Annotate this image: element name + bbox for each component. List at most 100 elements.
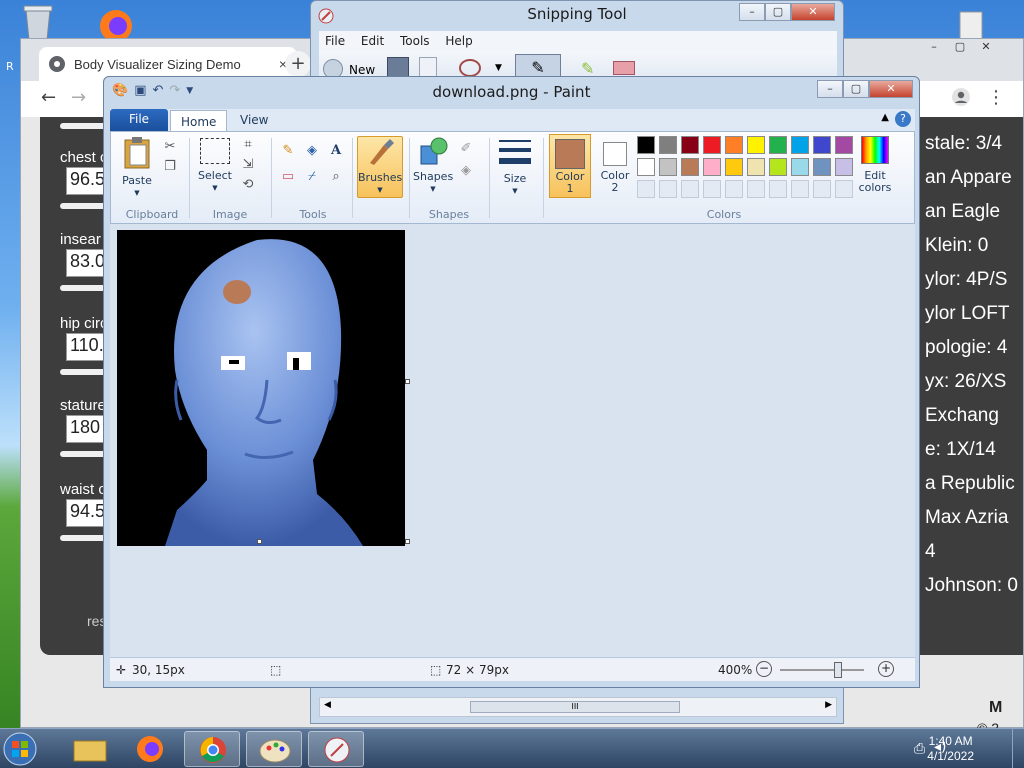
size-dropdown-icon[interactable]: ▼ (495, 185, 535, 197)
send-dropdown-icon[interactable]: ▼ (495, 63, 502, 73)
chrome-menu-icon[interactable]: ⋮ (987, 87, 1005, 108)
scroll-thumb[interactable]: III (470, 701, 680, 713)
resize-handle-right[interactable] (405, 379, 410, 384)
brushes-button[interactable]: Brushes ▼ (357, 136, 403, 198)
palette-swatch[interactable] (681, 158, 699, 176)
pencil-icon[interactable]: ✎ (279, 142, 297, 160)
snip-menu-file[interactable]: File (319, 31, 351, 51)
palette-swatch[interactable] (747, 136, 765, 154)
palette-swatch[interactable] (659, 180, 677, 198)
palette-swatch[interactable] (835, 158, 853, 176)
snip-menu-edit[interactable]: Edit (355, 31, 390, 51)
chrome-maximize-button[interactable]: ▢ (947, 39, 973, 57)
cut-icon[interactable]: ✂ (161, 138, 179, 156)
palette-swatch[interactable] (769, 180, 787, 198)
back-arrow-icon[interactable]: ← (41, 87, 56, 108)
resize-icon[interactable]: ⇲ (239, 156, 257, 174)
color2-button[interactable]: Color 2 (595, 134, 635, 198)
palette-swatch[interactable] (835, 136, 853, 154)
new-tab-button[interactable]: + (285, 51, 311, 77)
palette-swatch[interactable] (681, 136, 699, 154)
palette-swatch[interactable] (813, 136, 831, 154)
rotate-icon[interactable]: ⟲ (239, 176, 257, 194)
palette-swatch[interactable] (725, 180, 743, 198)
snip-menu-help[interactable]: Help (439, 31, 478, 51)
start-button[interactable] (2, 731, 50, 767)
drawing-canvas[interactable] (117, 230, 405, 546)
zoom-slider[interactable] (780, 669, 864, 671)
send-snip-icon[interactable] (459, 59, 481, 77)
copy-icon[interactable]: ❐ (161, 158, 179, 176)
palette-swatch[interactable] (747, 158, 765, 176)
resize-handle-corner[interactable] (405, 539, 410, 544)
paint-close-button[interactable]: ✕ (869, 80, 913, 98)
brushes-dropdown-icon[interactable]: ▼ (358, 184, 402, 196)
zoom-in-icon[interactable]: + (878, 661, 894, 677)
recycle-bin-icon[interactable] (18, 2, 58, 42)
paint-taskbar-icon[interactable] (246, 731, 302, 767)
palette-swatch[interactable] (703, 158, 721, 176)
chrome-close-button[interactable]: ✕ (973, 39, 999, 57)
palette-swatch[interactable] (769, 136, 787, 154)
forward-arrow-icon[interactable]: → (71, 87, 86, 108)
snip-scrollbar[interactable]: ◀ III ▶ (319, 697, 837, 717)
palette-swatch[interactable] (769, 158, 787, 176)
eraser-tool-icon[interactable]: ▭ (279, 168, 297, 186)
select-dropdown-icon[interactable]: ▼ (195, 182, 235, 194)
palette-swatch[interactable] (681, 180, 699, 198)
explorer-taskbar-icon[interactable] (62, 731, 118, 767)
snip-close-button[interactable]: ✕ (791, 3, 835, 21)
home-tab[interactable]: Home (170, 110, 228, 132)
color-picker-icon[interactable]: ⌿ (303, 168, 321, 186)
new-snip-button[interactable]: New (349, 63, 375, 77)
palette-swatch[interactable] (791, 158, 809, 176)
palette-swatch[interactable] (637, 180, 655, 198)
minimize-ribbon-icon[interactable]: ▲ (881, 112, 889, 123)
firefox-taskbar-icon[interactable] (122, 731, 178, 767)
show-desktop-button[interactable] (1012, 729, 1024, 768)
palette-swatch[interactable] (813, 158, 831, 176)
palette-swatch[interactable] (725, 158, 743, 176)
palette-swatch[interactable] (813, 180, 831, 198)
snip-minimize-button[interactable]: – (739, 3, 765, 21)
palette-swatch[interactable] (703, 136, 721, 154)
palette-swatch[interactable] (791, 136, 809, 154)
palette-swatch[interactable] (703, 180, 721, 198)
zoom-slider-thumb[interactable] (834, 662, 842, 678)
account-icon[interactable] (951, 87, 971, 112)
eraser-icon[interactable] (613, 61, 635, 75)
chrome-minimize-button[interactable]: – (921, 39, 947, 57)
crop-icon[interactable]: ⌗ (239, 136, 257, 154)
outline-icon[interactable]: ✐ (457, 140, 475, 158)
shape-fill-icon[interactable]: ◈ (457, 162, 475, 180)
scroll-left-icon[interactable]: ◀ (324, 700, 331, 710)
network-tray-icon[interactable]: ⎙ (914, 741, 925, 757)
palette-swatch[interactable] (791, 180, 809, 198)
select-button[interactable]: Select ▼ (195, 138, 235, 194)
view-tab[interactable]: View (230, 109, 278, 131)
chrome-taskbar-icon[interactable] (184, 731, 240, 767)
palette-swatch[interactable] (637, 136, 655, 154)
palette-swatch[interactable] (637, 158, 655, 176)
resize-handle-bottom[interactable] (257, 539, 262, 544)
help-icon[interactable]: ? (895, 111, 911, 127)
palette-swatch[interactable] (725, 136, 743, 154)
paste-dropdown-icon[interactable]: ▼ (117, 187, 157, 199)
shapes-dropdown-icon[interactable]: ▼ (413, 183, 453, 195)
scroll-right-icon[interactable]: ▶ (825, 700, 832, 710)
snipping-taskbar-icon[interactable] (308, 731, 364, 767)
paste-button[interactable]: Paste ▼ (117, 136, 157, 199)
tray-clock[interactable]: 1:40 AM 4/1/2022 (927, 734, 974, 764)
edit-colors-button[interactable]: Edit colors (855, 136, 895, 194)
palette-swatch[interactable] (835, 180, 853, 198)
file-tab[interactable]: File (110, 109, 168, 131)
paint-maximize-button[interactable]: ▢ (843, 80, 869, 98)
palette-swatch[interactable] (747, 180, 765, 198)
snip-maximize-button[interactable]: ▢ (765, 3, 791, 21)
fill-icon[interactable]: ◈ (303, 142, 321, 160)
paint-minimize-button[interactable]: – (817, 80, 843, 98)
palette-swatch[interactable] (659, 136, 677, 154)
magnifier-icon[interactable]: ⌕ (327, 168, 345, 186)
palette-swatch[interactable] (659, 158, 677, 176)
size-button[interactable]: Size ▼ (495, 138, 535, 197)
